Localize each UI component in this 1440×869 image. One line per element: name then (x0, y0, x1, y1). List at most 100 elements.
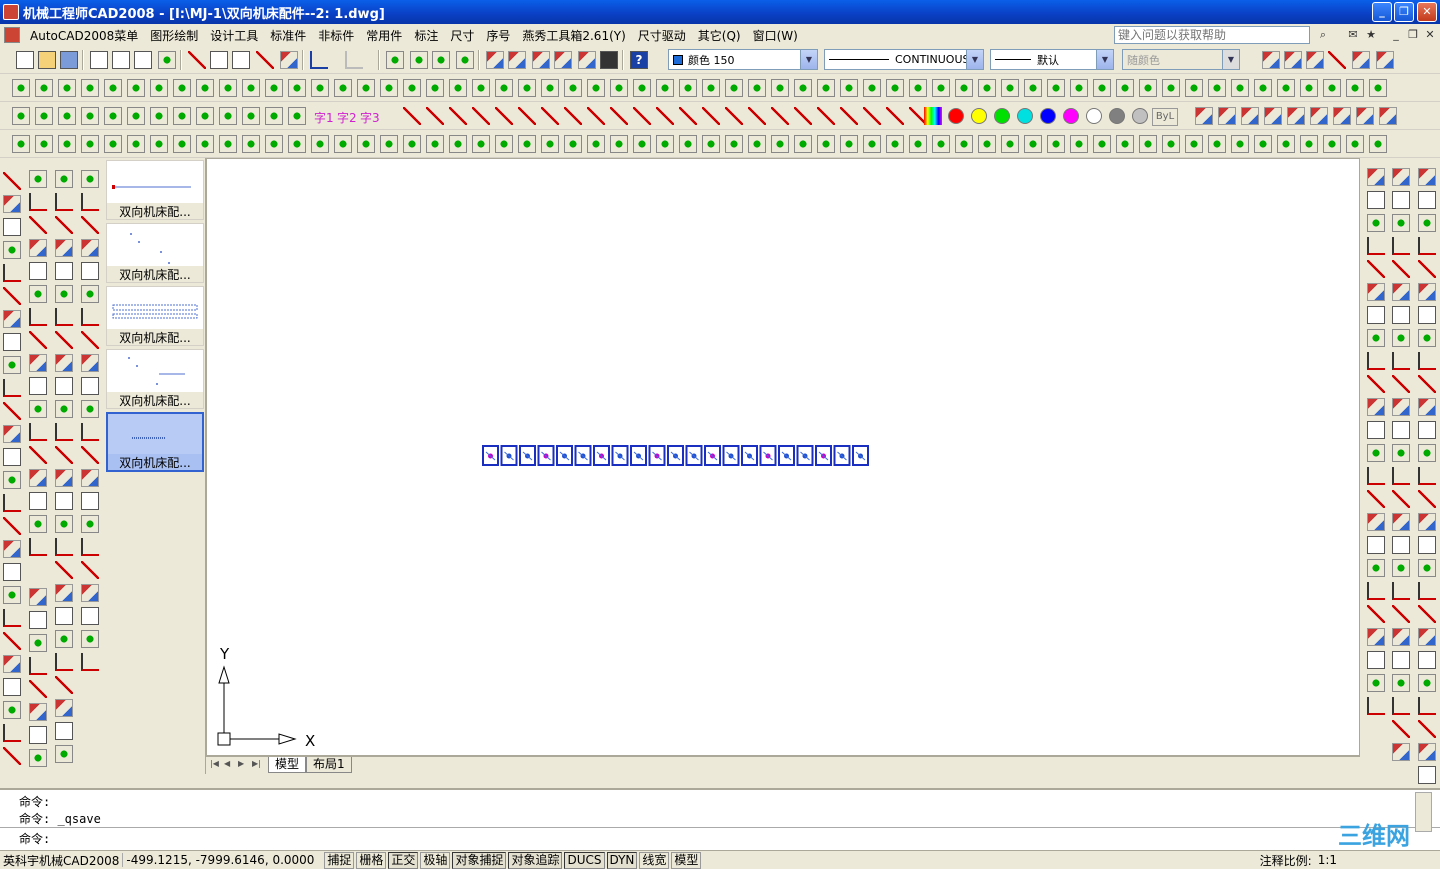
tool-icon[interactable] (794, 79, 812, 97)
tool-icon[interactable] (81, 561, 99, 579)
tool-icon[interactable] (1195, 107, 1213, 125)
save-icon[interactable] (60, 51, 78, 69)
tool-icon[interactable] (1418, 628, 1436, 646)
text-style-1-button[interactable]: 字1 (314, 109, 334, 126)
last-tab-icon[interactable]: ▶| (252, 759, 262, 771)
publish-icon[interactable] (134, 51, 152, 69)
first-tab-icon[interactable]: |◀ (210, 759, 220, 771)
tool-icon[interactable] (1392, 743, 1410, 761)
tool-icon[interactable] (840, 135, 858, 153)
tool-icon[interactable] (29, 239, 47, 257)
tool-icon[interactable] (1116, 79, 1134, 97)
tool-icon[interactable] (1208, 135, 1226, 153)
tool-icon[interactable] (1367, 306, 1385, 324)
tool-icon[interactable] (3, 586, 21, 604)
tool-icon[interactable] (127, 79, 145, 97)
tool-icon[interactable] (1418, 651, 1436, 669)
tool-icon[interactable] (771, 135, 789, 153)
match-properties-icon[interactable] (256, 51, 274, 69)
tool-icon[interactable] (932, 79, 950, 97)
tool-icon[interactable] (1367, 651, 1385, 669)
tool-icon[interactable] (1392, 444, 1410, 462)
tool-icon[interactable] (587, 79, 605, 97)
tool-icon[interactable] (1139, 135, 1157, 153)
tool-icon[interactable] (702, 79, 720, 97)
tool-icon[interactable] (3, 471, 21, 489)
tool-icon[interactable] (817, 79, 835, 97)
drawing-thumbnail-selected[interactable]: 双向机床配... (106, 412, 204, 472)
tab-model[interactable]: 模型 (268, 757, 307, 773)
prev-tab-icon[interactable]: ◀ (224, 759, 234, 771)
color-swatch-button[interactable] (1040, 108, 1056, 124)
print-preview-icon[interactable] (112, 51, 130, 69)
tool-icon[interactable] (564, 79, 582, 97)
model-toggle[interactable]: 模型 (671, 851, 702, 869)
tool-icon[interactable] (1418, 421, 1436, 439)
menu-draw[interactable]: 图形绘制 (144, 27, 204, 44)
tool-icon[interactable] (1346, 79, 1364, 97)
tool-icon[interactable] (1254, 135, 1272, 153)
tool-icon[interactable] (1367, 559, 1385, 577)
tool-icon[interactable] (955, 135, 973, 153)
tool-icon[interactable] (748, 79, 766, 97)
leader-icon[interactable] (1328, 51, 1346, 69)
tool-icon[interactable] (1367, 421, 1385, 439)
tool-icon[interactable] (3, 494, 21, 512)
tool-icon[interactable] (449, 107, 467, 125)
tool-icon[interactable] (55, 262, 73, 280)
tool-icon[interactable] (886, 135, 904, 153)
tool-icon[interactable] (3, 678, 21, 696)
tool-icon[interactable] (265, 107, 283, 125)
ortho-toggle[interactable]: 正交 (388, 851, 419, 869)
tool-icon[interactable] (81, 331, 99, 349)
tool-icon[interactable] (29, 308, 47, 326)
tool-icon[interactable] (29, 400, 47, 418)
tool-icon[interactable] (725, 135, 743, 153)
tool-icon[interactable] (403, 107, 421, 125)
tool-icon[interactable] (1367, 697, 1385, 715)
tool-icon[interactable] (1418, 582, 1436, 600)
tool-icon[interactable] (55, 699, 73, 717)
tool-icon[interactable] (81, 653, 99, 671)
menu-dimension-drive[interactable]: 尺寸驱动 (632, 27, 692, 44)
tool-icon[interactable] (1418, 283, 1436, 301)
tool-icon[interactable] (55, 722, 73, 740)
tool-icon[interactable] (1367, 260, 1385, 278)
tool-icon[interactable] (81, 400, 99, 418)
tool-icon[interactable] (1367, 214, 1385, 232)
tool-icon[interactable] (3, 379, 21, 397)
tool-icon[interactable] (29, 492, 47, 510)
tool-icon[interactable] (1277, 135, 1295, 153)
tool-icon[interactable] (380, 135, 398, 153)
tool-icon[interactable] (1367, 444, 1385, 462)
tool-icon[interactable] (748, 107, 766, 125)
drawing-thumbnail[interactable]: 双向机床配... (106, 349, 204, 409)
tool-icon[interactable] (35, 107, 53, 125)
tool-icon[interactable] (29, 611, 47, 629)
tool-icon[interactable] (702, 107, 720, 125)
tool-icon[interactable] (1418, 398, 1436, 416)
tool-icon[interactable] (55, 331, 73, 349)
tool-icon[interactable] (794, 107, 812, 125)
tool-icon[interactable] (1418, 513, 1436, 531)
text-style-3-button[interactable]: 字3 (360, 109, 380, 126)
tool-icon[interactable] (1418, 766, 1436, 784)
tool-icon[interactable] (1418, 697, 1436, 715)
tool-icon[interactable] (1418, 720, 1436, 738)
tool-icon[interactable] (1346, 135, 1364, 153)
menu-sequence[interactable]: 序号 (480, 27, 516, 44)
tool-icon[interactable] (3, 747, 21, 765)
tool-icon[interactable] (81, 515, 99, 533)
tool-icon[interactable] (55, 377, 73, 395)
tool-icon[interactable] (55, 584, 73, 602)
tool-icon[interactable] (55, 354, 73, 372)
tool-icon[interactable] (978, 79, 996, 97)
tool-icon[interactable] (150, 79, 168, 97)
tool-icon[interactable] (380, 79, 398, 97)
copy-icon[interactable] (210, 51, 228, 69)
tool-icon[interactable] (1323, 79, 1341, 97)
tool-icon[interactable] (29, 193, 47, 211)
tool-icon[interactable] (55, 308, 73, 326)
tool-icon[interactable] (29, 285, 47, 303)
markup-icon[interactable] (578, 51, 596, 69)
